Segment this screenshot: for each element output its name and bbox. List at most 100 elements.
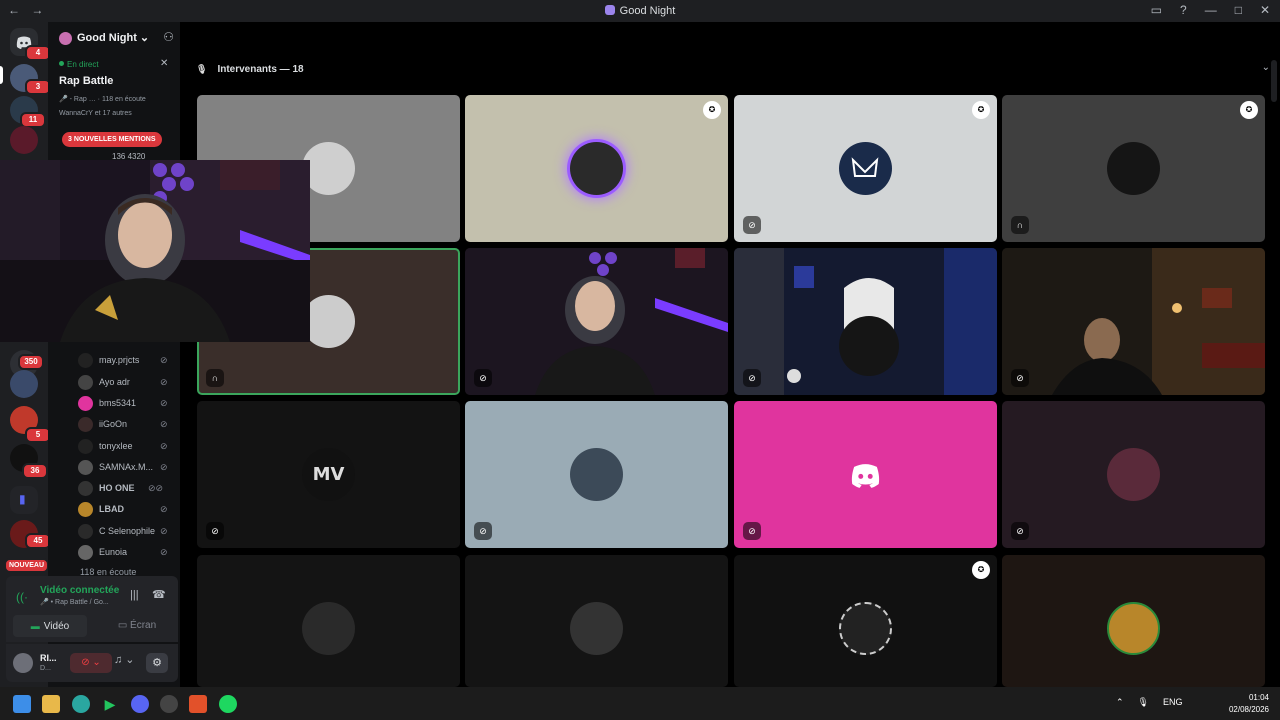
gear-icon[interactable]: ⚙ [146,653,168,673]
server-icon[interactable]: 45 [10,520,51,549]
minimize-button[interactable]: — [1205,3,1217,17]
list-item[interactable]: may.prjcts ⊘ [78,350,178,370]
server-icon[interactable]: 11 [10,96,46,128]
spotify-icon[interactable] [219,695,237,713]
new-mentions-pill[interactable]: 3 NOUVELLES MENTIONS [62,132,162,147]
mic-muted-icon: ⊘ [1011,522,1029,540]
list-item[interactable]: tonyxlee ⊘ [78,436,178,456]
server-icon[interactable] [10,370,38,398]
mic-muted-icon: ⊘ [474,369,492,387]
headphones-off-icon: ∩ [206,369,224,387]
participant-tile[interactable]: ✪ ⊘ [734,95,997,242]
voice-channel[interactable]: 🎤 • Rap Battle / Go... [40,598,109,606]
close-button[interactable]: ✕ [1260,3,1270,17]
server-icon[interactable]: 5 [10,406,51,443]
participant-tile[interactable]: ✪ [465,95,728,242]
signal-icon[interactable]: ((· [16,590,28,604]
mic-muted-icon: ⊘ [160,354,168,365]
server-header[interactable]: Good Night ⌄ ⚇ [48,22,180,54]
participant-tile[interactable]: ⊘ [465,248,728,395]
mic-muted-icon: ⊘ [160,525,168,536]
windows-start-icon[interactable] [13,695,31,713]
soundboard-icon[interactable]: ||| [130,589,139,601]
server-icon[interactable]: 3 [10,64,51,95]
participant-tile[interactable]: ⊘ [465,401,728,548]
participant-tile[interactable]: ✪ [734,555,997,687]
moderator-icon: ✪ [972,561,990,579]
mic-muted-icon: ⊘ [160,461,168,472]
list-item[interactable]: Eunoia ⊘ [78,542,178,562]
inbox-icon[interactable]: ▭ [1151,3,1162,17]
avatar [78,416,93,432]
speakers-header: Intervenants — 18 [196,64,303,75]
participant-tile[interactable]: ⊘ [734,248,997,395]
list-item[interactable]: Ayo adr ⊘ [78,372,178,392]
disconnect-icon[interactable]: ☎ [152,588,166,601]
chevron-up-icon[interactable]: ⌃ [1116,697,1124,708]
popout-video[interactable] [0,160,310,342]
list-item[interactable]: LBAD ⊘ [78,499,178,519]
participant-tile[interactable]: ⊘ [1002,248,1265,395]
voice-panel: ((· Vidéo connectée 🎤 • Rap Battle / Go.… [6,576,178,642]
discord-taskbar-icon[interactable] [131,695,149,713]
screen-share-button[interactable]: ▭ Écran [100,615,174,637]
language-indicator[interactable]: ENG [1163,697,1183,708]
avatar[interactable] [13,653,33,673]
participant-tile[interactable] [465,555,728,687]
mic-muted-icon: ⊘ [206,522,224,540]
avatar [78,544,93,560]
server-icon[interactable] [10,126,38,154]
window-title: Good Night [0,5,1280,17]
participant-tile[interactable] [1002,555,1265,687]
participant-tile[interactable]: MV ⊘ [197,401,460,548]
home-button[interactable]: 4 [10,28,51,61]
user-status: D... [40,665,51,672]
avatar [302,602,355,655]
video-button[interactable]: Vidéo [13,615,87,637]
mic-muted-icon: ⊘⊘ [148,482,164,493]
participant-tile[interactable]: ⊘ [734,401,997,548]
window-controls: ▭ ? — □ ✕ [1151,3,1270,17]
active-indicator [0,66,3,84]
server-icon [604,5,615,15]
new-badge[interactable]: NOUVEAU [4,558,50,573]
mic-muted-icon: ⊘ [743,369,761,387]
avatar [78,523,93,539]
close-icon[interactable]: ✕ [160,58,168,69]
mic-muted-button[interactable]: ⊘ ⌄ [70,653,112,673]
participant-tile[interactable]: ⊘ [1002,401,1265,548]
webcam-feed [0,160,310,342]
moderator-icon: ✪ [1240,101,1258,119]
list-item[interactable]: C Selenophile ⊘ [78,521,178,541]
clock[interactable]: 01:04 02/08/2026 [1227,692,1269,716]
stage-subtitle: 🎤 - Rap … · 118 en écoute [59,96,146,103]
headphones-icon[interactable]: ♫ ⌄ [114,653,135,666]
app-icon[interactable] [160,695,178,713]
participant-tile[interactable]: ✪ ∩ [1002,95,1265,242]
mic-muted-icon: ⊘ [160,546,168,557]
deafened-icon: ⊘ [743,216,761,234]
microphone-icon[interactable]: 🎙 [1138,697,1149,708]
avatar: MV [302,448,355,501]
mention-badge: 350 [18,354,44,370]
list-item[interactable]: HO ONE ⊘⊘ [78,478,178,498]
server-icon[interactable]: 36 [10,444,48,479]
mic-muted-icon: ⊘ [160,503,168,514]
file-explorer-icon[interactable] [42,695,60,713]
participant-tile[interactable] [197,555,460,687]
list-item[interactable]: iiGoOn ⊘ [78,414,178,434]
help-icon[interactable]: ? [1180,3,1187,17]
folder-icon[interactable]: ▮ [10,486,38,514]
maximize-button[interactable]: □ [1235,3,1242,17]
list-item[interactable]: bms5341 ⊘ [78,393,178,413]
edge-icon[interactable] [72,695,90,713]
brave-icon[interactable] [189,695,207,713]
chevron-down-icon[interactable]: ⌄ [1262,62,1270,73]
list-item[interactable]: SAMNAx.M... ⊘ [78,457,178,477]
play-icon[interactable]: ▶ [101,695,119,713]
server-icon [59,32,72,45]
mic-muted-icon: ⊘ [474,522,492,540]
scrollbar[interactable] [1271,60,1277,102]
mic-muted-icon: ⊘ [743,522,761,540]
invite-icon[interactable]: ⚇ [163,30,174,44]
